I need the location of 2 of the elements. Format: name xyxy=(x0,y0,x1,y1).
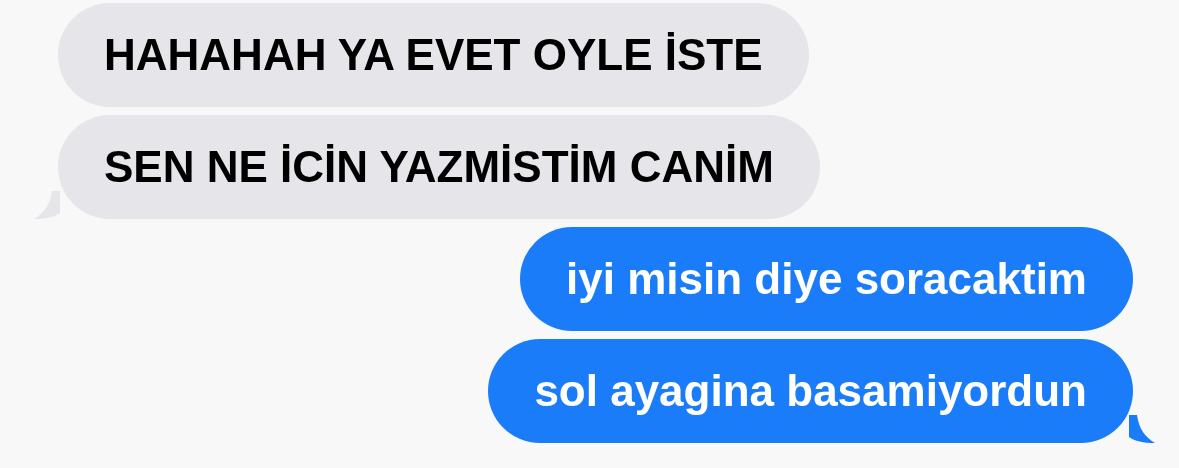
sent-message-bubble: iyi misin diye soracaktim xyxy=(520,227,1133,331)
received-message-bubble: HAHAHAH YA EVET OYLE İSTE xyxy=(58,3,809,107)
